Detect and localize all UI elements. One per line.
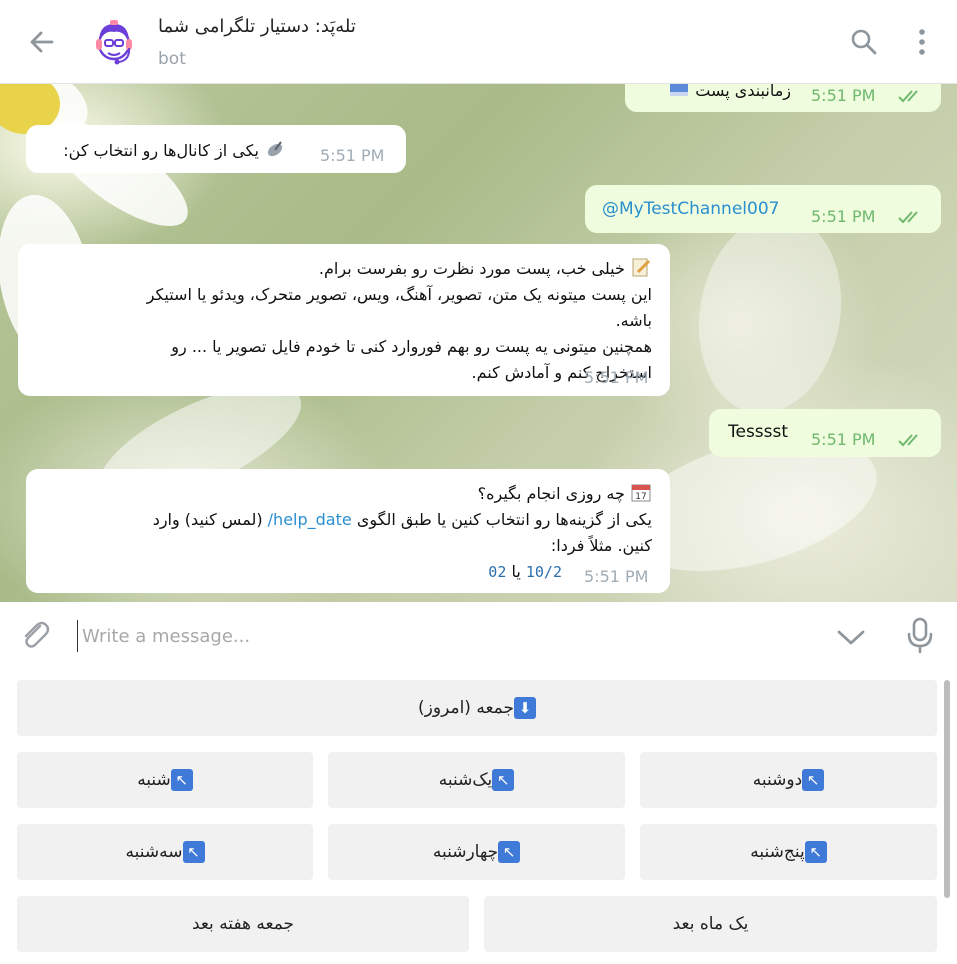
message-outgoing[interactable]: زمانبندی پست 5:51 PM — [625, 84, 941, 112]
message-text: Tesssst — [728, 422, 789, 442]
keyboard-button-saturday[interactable]: ↖ شنبه — [17, 752, 313, 808]
message-incoming[interactable]: یکی از کانال‌ها رو انتخاب کن: 5:51 PM — [26, 125, 406, 173]
keyboard-button-next-week-friday[interactable]: جمعه هفته بعد — [17, 896, 469, 952]
keyboard-button-thursday[interactable]: ↖ پنج‌شنبه — [640, 824, 937, 880]
keyboard-button-friday-today[interactable]: ⬇ جمعه (امروز) — [17, 680, 937, 736]
help-date-command-link[interactable]: /help_date — [268, 510, 352, 529]
message-text: یکی از گزینه‌ها رو انتخاب کنین یا طبق ال… — [356, 510, 652, 529]
read-ticks-icon — [898, 434, 918, 447]
svg-text:17: 17 — [635, 492, 646, 502]
arrow-up-left-icon: ↖ — [182, 841, 205, 863]
message-body: خیلی خب، پست مورد نظرت رو بفرست برام. ای… — [32, 256, 652, 386]
back-arrow-icon[interactable] — [26, 26, 58, 58]
bot-avatar[interactable] — [86, 14, 142, 70]
message-time: 5:51 PM — [320, 146, 385, 165]
message-text: یکی از کانال‌ها رو انتخاب کن: — [63, 138, 286, 160]
message-text: یکی از کانال‌ها رو انتخاب کن: — [63, 141, 259, 160]
keyboard-button-label: یک‌شنبه — [438, 770, 493, 790]
arrow-up-left-icon: ↖ — [804, 841, 827, 863]
keyboard-button-monday[interactable]: ↖ دوشنبه — [640, 752, 937, 808]
search-icon[interactable] — [848, 26, 880, 58]
message-line: این پست میتونه یک متن، تصویر، آهنگ، ویس،… — [146, 285, 652, 304]
keyboard-button-label: سه‌شنبه — [125, 842, 183, 862]
message-time: 5:51 PM — [811, 86, 876, 105]
keyboard-button-one-month-later[interactable]: یک ماه بعد — [484, 896, 937, 952]
message-outgoing[interactable]: @MyTestChannel007 5:51 PM — [585, 185, 941, 233]
book-icon — [670, 84, 689, 96]
keyboard-button-label: دوشنبه — [752, 770, 803, 790]
keyboard-button-label: جمعه (امروز) — [418, 698, 514, 718]
message-line: همچنین میتونی یه پست رو بهم فوروارد کنی … — [171, 337, 652, 356]
message-time: 5:51 PM — [584, 368, 649, 387]
code-sample[interactable]: 10/2 — [526, 563, 562, 581]
message-text: زمانبندی پست — [668, 84, 791, 100]
chat-title[interactable]: تله‌پَد: دستیار تلگرامی شما — [158, 16, 356, 37]
chat-header: تله‌پَد: دستیار تلگرامی شما bot — [0, 0, 957, 84]
message-incoming[interactable]: خیلی خب، پست مورد نظرت رو بفرست برام. ای… — [18, 244, 670, 396]
attach-paperclip-icon[interactable] — [18, 618, 52, 652]
message-text: چه روزی انجام بگیره؟ — [477, 484, 625, 503]
message-time: 5:51 PM — [811, 430, 876, 449]
message-text: یا — [511, 562, 521, 581]
code-sample[interactable]: 02 — [488, 563, 506, 581]
bot-avatar-icon — [96, 20, 132, 65]
message-text: خیلی خب، پست مورد نظرت رو بفرست برام. — [318, 259, 625, 278]
message-line: 10/2 یا 02 — [42, 559, 652, 585]
chat-subtitle: bot — [158, 49, 186, 69]
memo-icon — [632, 258, 651, 277]
message-line: 17 چه روزی انجام بگیره؟ — [42, 481, 652, 507]
message-line: کنین. مثلاً فردا: — [550, 536, 652, 555]
chevron-down-icon[interactable] — [834, 622, 868, 652]
message-time: 5:51 PM — [584, 567, 649, 586]
wallpaper-petal — [683, 203, 857, 425]
arrow-up-left-icon: ↖ — [498, 841, 521, 863]
keyboard-button-sunday[interactable]: ↖ یک‌شنبه — [328, 752, 625, 808]
keyboard-button-label: پنج‌شنبه — [750, 842, 805, 862]
message-line: باشه. — [615, 311, 652, 330]
arrow-up-left-icon: ↖ — [492, 769, 515, 791]
arrow-down-icon: ⬇ — [513, 697, 536, 719]
message-line: یکی از گزینه‌ها رو انتخاب کنین یا طبق ال… — [42, 507, 652, 533]
read-ticks-icon — [898, 90, 918, 103]
message-time: 5:51 PM — [811, 207, 876, 226]
chat-history[interactable]: زمانبندی پست 5:51 PM یکی از کانال‌ها رو … — [0, 84, 957, 602]
keyboard-button-tuesday[interactable]: ↖ سه‌شنبه — [17, 824, 313, 880]
message-input[interactable] — [77, 620, 824, 652]
bot-reply-keyboard: ⬇ جمعه (امروز) ↖ دوشنبه ↖ یک‌شنبه ↖ شنبه ↖ پن… — [0, 668, 957, 964]
calendar-icon: 17 — [631, 484, 651, 502]
arrow-up-left-icon: ↖ — [170, 769, 193, 791]
microphone-icon[interactable] — [904, 616, 936, 654]
message-text: (لمس کنید) وارد — [152, 510, 263, 529]
message-body: 17 چه روزی انجام بگیره؟ یکی از گزینه‌ها … — [42, 481, 652, 585]
keyboard-button-label: جمعه هفته بعد — [191, 914, 295, 934]
message-line: خیلی خب، پست مورد نظرت رو بفرست برام. — [32, 256, 652, 282]
message-outgoing[interactable]: Tesssst 5:51 PM — [709, 409, 941, 457]
message-line: استخراج کنم و آمادش کنم. — [471, 363, 653, 382]
keyboard-button-label: شنبه — [137, 770, 171, 790]
arrow-up-left-icon: ↖ — [802, 769, 825, 791]
read-ticks-icon — [898, 211, 918, 224]
message-incoming[interactable]: 17 چه روزی انجام بگیره؟ یکی از گزینه‌ها … — [26, 469, 670, 593]
keyboard-button-label: چهارشنبه — [432, 842, 499, 862]
keyboard-button-label: یک ماه بعد — [672, 914, 749, 934]
more-menu-icon[interactable] — [908, 26, 936, 58]
keyboard-scrollbar[interactable] — [944, 680, 950, 898]
channel-mention-link[interactable]: @MyTestChannel007 — [602, 199, 779, 219]
satellite-icon — [267, 141, 283, 157]
keyboard-button-wednesday[interactable]: ↖ چهارشنبه — [328, 824, 625, 880]
message-text: زمانبندی پست — [695, 84, 791, 100]
